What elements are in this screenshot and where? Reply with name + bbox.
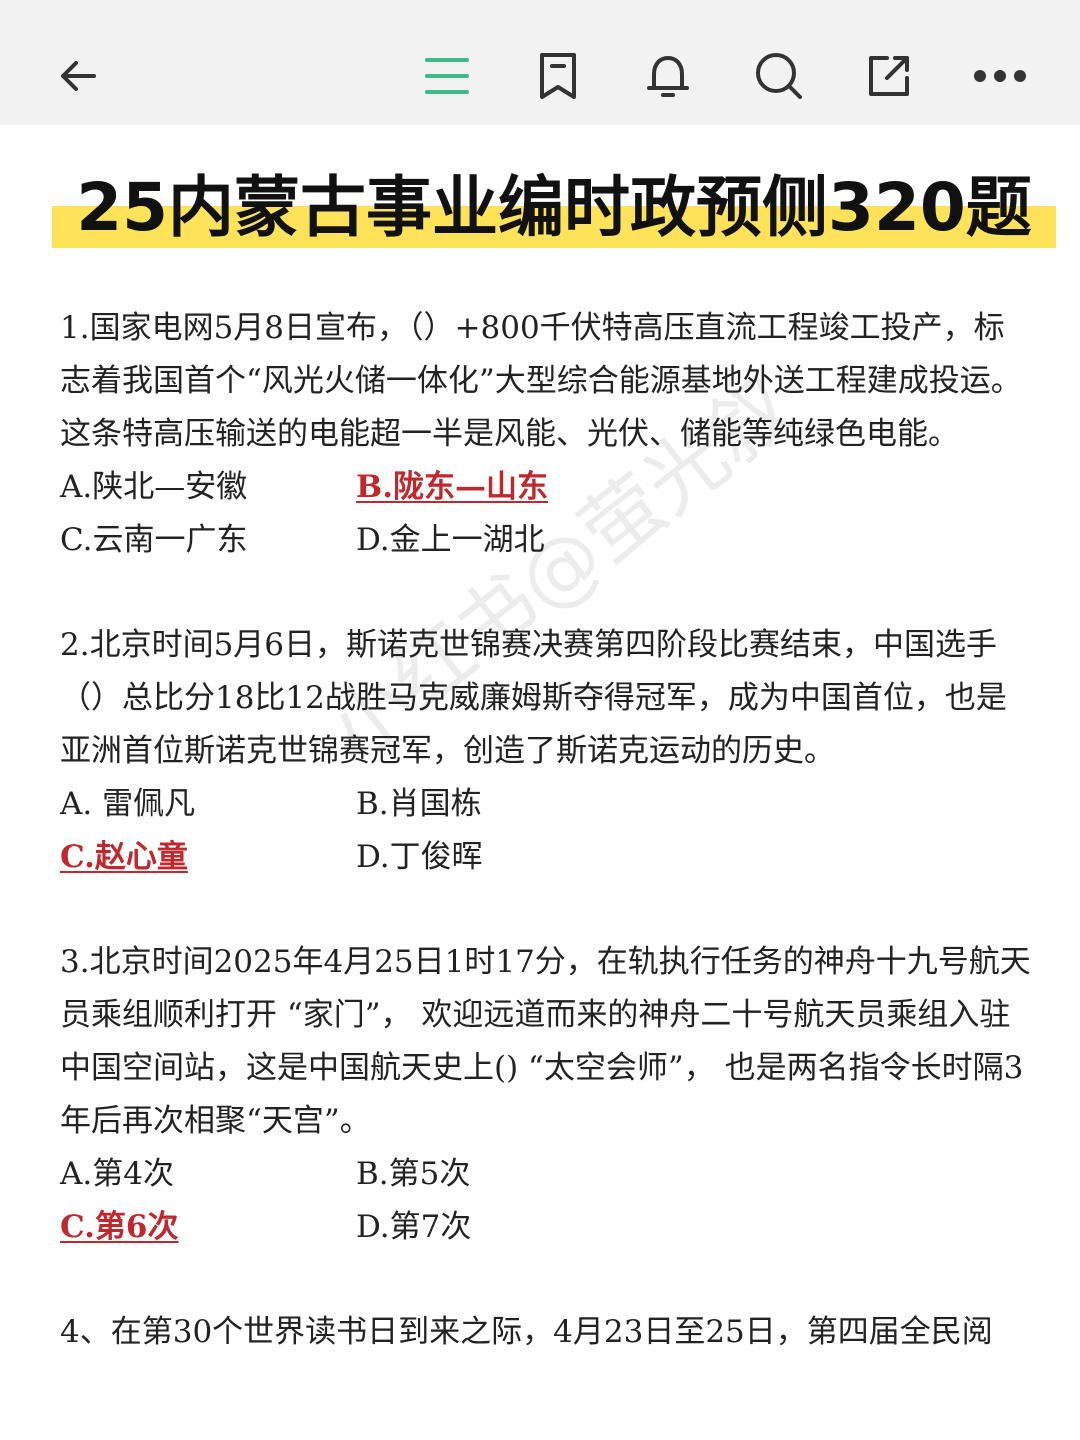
option-a: A.陕北—安徽: [60, 469, 248, 505]
option-d: D.金上一湖北: [356, 522, 545, 558]
share-icon[interactable]: [853, 40, 925, 112]
search-icon[interactable]: [743, 40, 815, 112]
menu-icon[interactable]: [411, 40, 483, 112]
question-text: 2.北京时间5月6日，斯诺克世锦赛决赛第四阶段比赛结束，中国选手（）总比分18比…: [60, 627, 1007, 769]
question-text: 4、在第30个世界读书日到来之际，4月23日至25日，第四届全民阅: [60, 1314, 993, 1350]
options: A.陕北—安徽 B.陇东—山东 C.云南一广东 D.金上一湖北: [60, 461, 1035, 567]
title-block: 25内蒙古事业编时政预侧320题: [52, 158, 1056, 258]
bell-icon[interactable]: [632, 40, 704, 112]
question-text: 3.北京时间2025年4月25日1时17分，在轨执行任务的神舟十九号航天员乘组顺…: [60, 944, 1031, 1139]
options: A. 雷佩凡 B.肖国栋 C.赵心童 D.丁俊晖: [60, 778, 1035, 884]
option-a: A. 雷佩凡: [60, 786, 196, 822]
option-d: D.丁俊晖: [356, 839, 483, 875]
option-c-correct: C.第6次: [60, 1209, 179, 1245]
question-list: 1.国家电网5月8日宣布，（）+800千伏特高压直流工程竣工投产，标志着我国首个…: [60, 302, 1035, 1359]
option-c: C.云南一广东: [60, 522, 248, 558]
question-3: 3.北京时间2025年4月25日1时17分，在轨执行任务的神舟十九号航天员乘组顺…: [60, 936, 1035, 1254]
bookmark-icon[interactable]: [522, 40, 594, 112]
option-d: D.第7次: [356, 1209, 472, 1245]
option-b: B.第5次: [356, 1156, 471, 1192]
question-text: 1.国家电网5月8日宣布，（）+800千伏特高压直流工程竣工投产，标志着我国首个…: [60, 310, 1022, 452]
option-b: B.肖国栋: [356, 786, 482, 822]
question-4: 4、在第30个世界读书日到来之际，4月23日至25日，第四届全民阅: [60, 1306, 1035, 1359]
top-toolbar: [0, 0, 1080, 125]
more-icon[interactable]: [964, 40, 1036, 112]
option-b-correct: B.陇东—山东: [356, 469, 548, 505]
question-2: 2.北京时间5月6日，斯诺克世锦赛决赛第四阶段比赛结束，中国选手（）总比分18比…: [60, 619, 1035, 884]
option-c-correct: C.赵心童: [60, 839, 188, 875]
back-arrow-icon[interactable]: [42, 40, 114, 112]
options: A.第4次 B.第5次 C.第6次 D.第7次: [60, 1148, 1035, 1254]
question-1: 1.国家电网5月8日宣布，（）+800千伏特高压直流工程竣工投产，标志着我国首个…: [60, 302, 1035, 567]
page-title: 25内蒙古事业编时政预侧320题: [76, 169, 1032, 246]
option-a: A.第4次: [60, 1156, 174, 1192]
